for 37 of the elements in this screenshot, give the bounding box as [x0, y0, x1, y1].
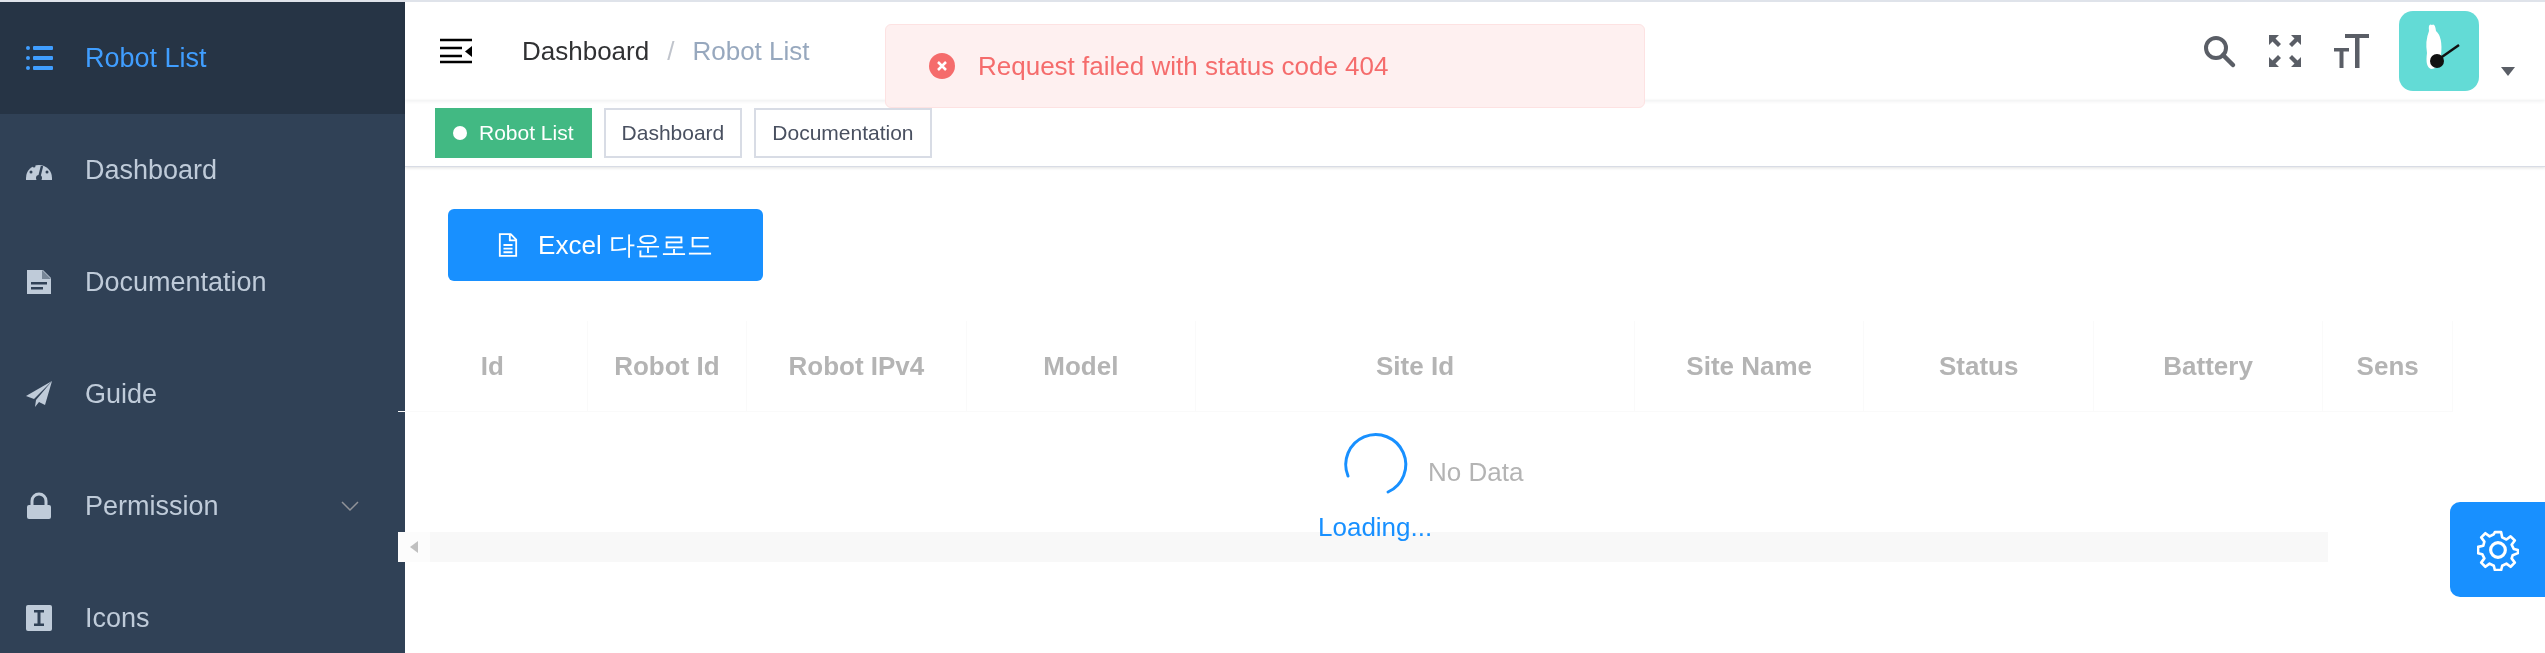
- document-icon: [25, 268, 53, 296]
- letter-i-icon: [25, 604, 53, 632]
- sidebar-item[interactable]: Robot List: [0, 2, 405, 114]
- sidebar-item[interactable]: Permission: [0, 450, 405, 562]
- breadcrumb-item: Robot List: [692, 35, 810, 67]
- list-icon: [25, 44, 53, 72]
- column-header: Status: [1864, 321, 2094, 411]
- column-header: Robot IPv4: [747, 321, 967, 411]
- loading-text: Loading...: [1318, 512, 1433, 543]
- settings-icon: [2476, 528, 2519, 571]
- empty-text: No Data: [1428, 457, 1524, 488]
- sidebar-item[interactable]: Dashboard: [0, 114, 405, 226]
- document-icon: [498, 232, 519, 258]
- breadcrumb-item[interactable]: Dashboard: [522, 35, 650, 67]
- lock-icon: [25, 492, 53, 520]
- column-header: Sens: [2323, 321, 2453, 411]
- breadcrumb-separator: /: [667, 35, 675, 67]
- sidebar-item[interactable]: Icons: [0, 562, 405, 653]
- column-header: Battery: [2093, 321, 2324, 411]
- avatar-icon[interactable]: [2399, 11, 2479, 91]
- error-text: Request failed with status code 404: [978, 50, 1389, 82]
- column-header: Site Name: [1635, 321, 1865, 411]
- column-header: Id: [398, 321, 588, 411]
- tab[interactable]: Documentation: [754, 108, 932, 158]
- paper-plane-icon: [25, 380, 53, 408]
- error-icon: [928, 52, 956, 80]
- text-size-icon[interactable]: [2333, 33, 2369, 69]
- caret-down-icon[interactable]: [2501, 66, 2515, 76]
- excel-download-button[interactable]: Excel 다운로드: [448, 209, 763, 281]
- column-header: Robot Id: [587, 321, 748, 411]
- fullscreen-icon[interactable]: [2267, 33, 2303, 69]
- tab[interactable]: Dashboard: [603, 108, 743, 158]
- column-header: Site Id: [1196, 321, 1635, 411]
- settings-button[interactable]: [2450, 502, 2545, 597]
- column-header: Model: [966, 321, 1197, 411]
- search-icon[interactable]: [2201, 33, 2237, 69]
- menu-collapse-icon[interactable]: [440, 38, 472, 64]
